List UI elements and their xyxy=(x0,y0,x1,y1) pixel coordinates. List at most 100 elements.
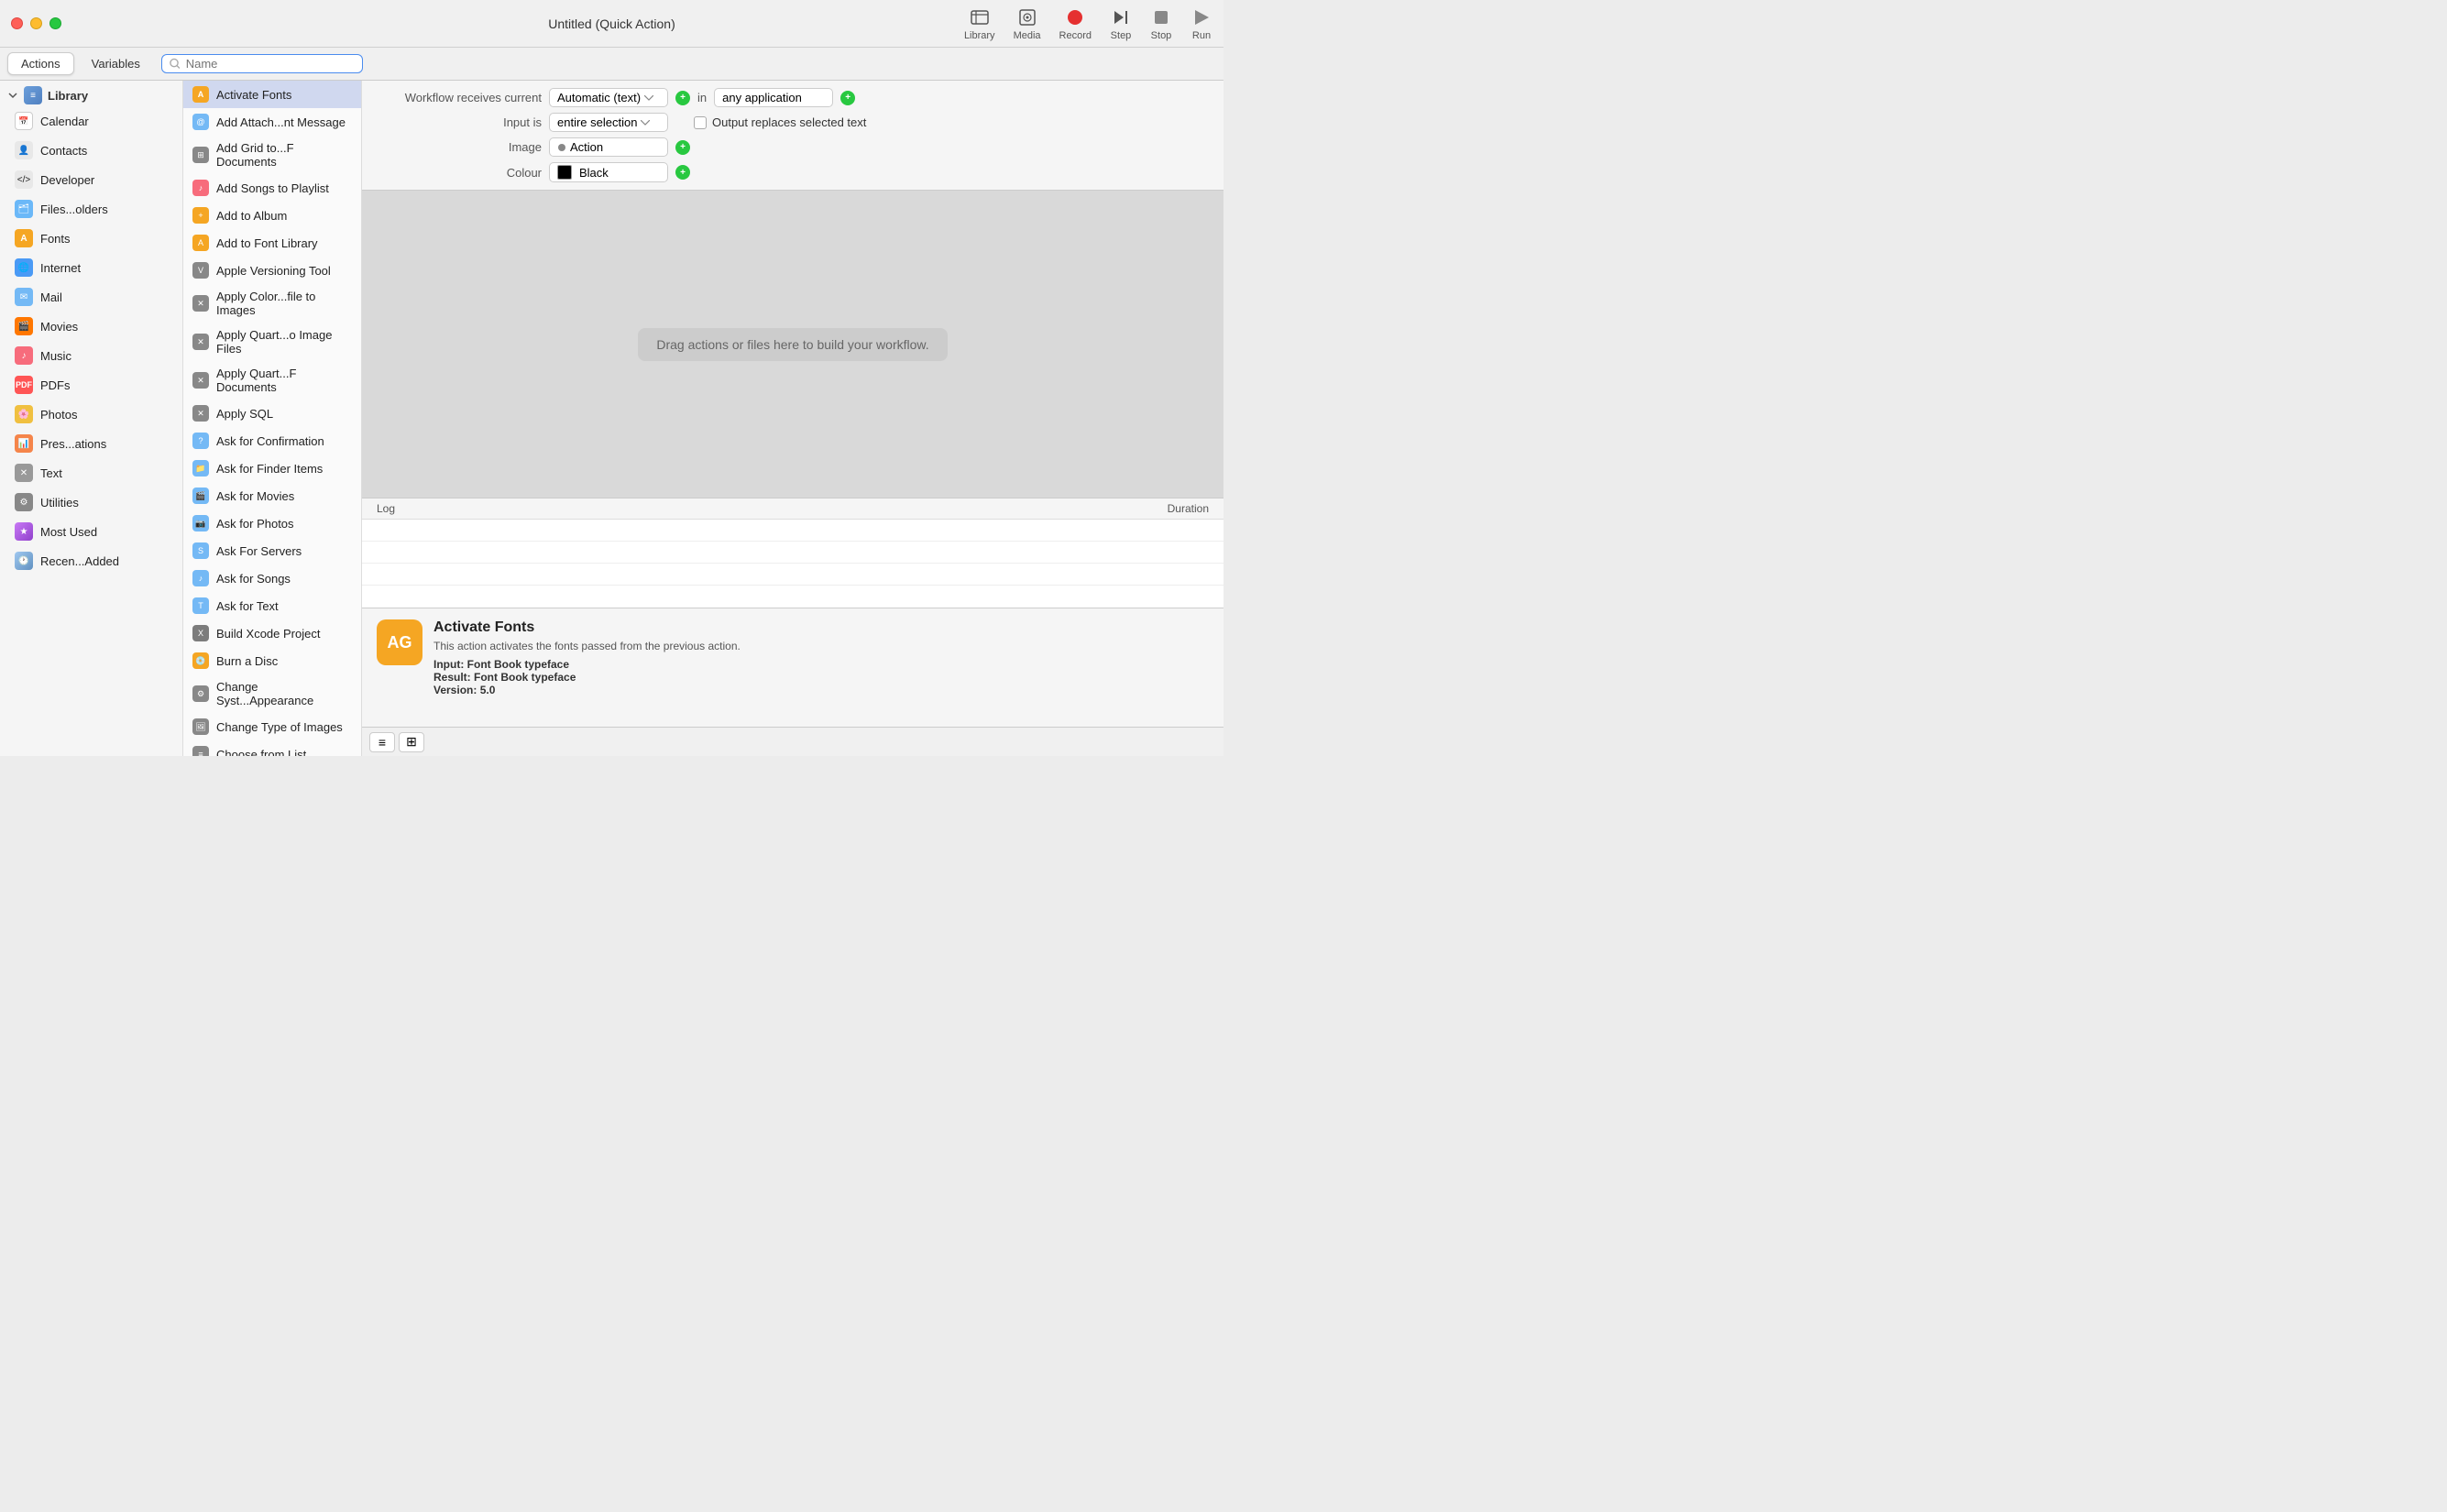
workflow-area: Workflow receives current Automatic (tex… xyxy=(362,81,1224,608)
sidebar-item-recent-added[interactable]: 🕐 Recen...Added xyxy=(4,547,179,575)
action-item-15[interactable]: S Ask For Servers xyxy=(183,537,361,564)
action-item-22[interactable]: ≡ Choose from List xyxy=(183,740,361,756)
action-icon-19: 💿 xyxy=(192,652,209,669)
step-button[interactable]: Step xyxy=(1110,6,1132,41)
action-icon-10: ✕ xyxy=(192,405,209,422)
action-item-12[interactable]: 📁 Ask for Finder Items xyxy=(183,455,361,482)
list-view-button[interactable]: ≡ xyxy=(369,732,395,752)
mail-icon: ✉ xyxy=(15,288,33,306)
action-item-2[interactable]: ⊞ Add Grid to...F Documents xyxy=(183,136,361,174)
sidebar-item-contacts[interactable]: 👤 Contacts xyxy=(4,137,179,164)
receives-select[interactable]: Automatic (text) xyxy=(549,88,668,107)
action-icon-22: ≡ xyxy=(192,746,209,756)
sidebar-item-developer[interactable]: </> Developer xyxy=(4,166,179,193)
sidebar-item-presentations[interactable]: 📊 Pres...ations xyxy=(4,430,179,457)
media-button[interactable]: Media xyxy=(1014,6,1041,41)
grid-view-button[interactable]: ⊞ xyxy=(399,732,424,752)
workflow-input-row: Input is entire selection Output replace… xyxy=(377,113,1209,132)
log-col-label: Log xyxy=(362,499,410,519)
sidebar-item-photos[interactable]: 🌸 Photos xyxy=(4,400,179,428)
action-item-4[interactable]: + Add to Album xyxy=(183,202,361,229)
image-label: Image xyxy=(377,140,542,154)
action-item-10[interactable]: ✕ Apply SQL xyxy=(183,400,361,427)
sidebar-item-utilities[interactable]: ⚙ Utilities xyxy=(4,488,179,516)
fonts-icon: A xyxy=(15,229,33,247)
sidebar-item-mail[interactable]: ✉ Mail xyxy=(4,283,179,311)
input-label: Input: xyxy=(433,658,464,671)
minimize-button[interactable] xyxy=(30,17,42,29)
result-value: Font Book typeface xyxy=(474,671,576,684)
action-item-7[interactable]: ✕ Apply Color...file to Images xyxy=(183,284,361,323)
action-icon-17: T xyxy=(192,597,209,614)
library-button[interactable]: Library xyxy=(964,6,995,41)
calendar-icon: 📅 xyxy=(15,112,33,130)
action-item-20[interactable]: ⚙ Change Syst...Appearance xyxy=(183,674,361,713)
sidebar-item-movies[interactable]: 🎬 Movies xyxy=(4,312,179,340)
log-col-duration: Duration xyxy=(1153,499,1224,519)
pdfs-icon: PDF xyxy=(15,376,33,394)
window-title: Untitled (Quick Action) xyxy=(548,16,675,31)
tab-variables[interactable]: Variables xyxy=(78,52,154,75)
input-is-select[interactable]: entire selection xyxy=(549,113,668,132)
sidebar-item-music[interactable]: ♪ Music xyxy=(4,342,179,369)
action-item-8[interactable]: ✕ Apply Quart...o Image Files xyxy=(183,323,361,361)
output-replaces-checkbox[interactable] xyxy=(694,116,707,129)
traffic-lights xyxy=(11,17,61,29)
close-button[interactable] xyxy=(11,17,23,29)
action-item-5[interactable]: A Add to Font Library xyxy=(183,229,361,257)
search-input[interactable] xyxy=(186,57,355,71)
search-box[interactable] xyxy=(161,54,363,73)
record-button[interactable]: Record xyxy=(1059,6,1092,41)
action-item-1[interactable]: @ Add Attach...nt Message xyxy=(183,108,361,136)
colour-select[interactable]: Black xyxy=(549,162,668,182)
tab-actions[interactable]: Actions xyxy=(7,52,74,75)
workflow-drop-area: Drag actions or files here to build your… xyxy=(362,191,1224,498)
action-icon-2: ⊞ xyxy=(192,147,209,163)
main-layout: ≡ Library 📅 Calendar 👤 Contacts </> Deve… xyxy=(0,81,1224,756)
image-select[interactable]: Action xyxy=(549,137,668,157)
library-icon: ≡ xyxy=(24,86,42,104)
action-item-14[interactable]: 📷 Ask for Photos xyxy=(183,509,361,537)
in-green-dot: + xyxy=(840,91,855,105)
sidebar-group-library[interactable]: ≡ Library xyxy=(0,81,182,106)
action-item-11[interactable]: ? Ask for Confirmation xyxy=(183,427,361,455)
music-icon: ♪ xyxy=(15,346,33,365)
action-item-9[interactable]: ✕ Apply Quart...F Documents xyxy=(183,361,361,400)
action-info-content: Activate Fonts This action activates the… xyxy=(433,619,1209,716)
in-select[interactable]: any application xyxy=(714,88,833,107)
action-item-18[interactable]: X Build Xcode Project xyxy=(183,619,361,647)
action-item-21[interactable]: 🖼 Change Type of Images xyxy=(183,713,361,740)
sidebar-item-internet[interactable]: 🌐 Internet xyxy=(4,254,179,281)
image-green-dot: + xyxy=(675,140,690,155)
log-row-1 xyxy=(362,520,1224,542)
input-value: Font Book typeface xyxy=(467,658,569,671)
run-button[interactable]: Run xyxy=(1191,6,1213,41)
sidebar-item-pdfs[interactable]: PDF PDFs xyxy=(4,371,179,399)
action-item-6[interactable]: V Apple Versioning Tool xyxy=(183,257,361,284)
step-icon xyxy=(1110,6,1132,28)
sidebar-item-calendar[interactable]: 📅 Calendar xyxy=(4,107,179,135)
sidebar-item-most-used[interactable]: ★ Most Used xyxy=(4,518,179,545)
run-icon xyxy=(1191,6,1213,28)
action-image-icon xyxy=(557,143,566,152)
workflow-header: Workflow receives current Automatic (tex… xyxy=(362,81,1224,191)
zoom-button[interactable] xyxy=(49,17,61,29)
colour-value: Black xyxy=(579,166,609,180)
search-icon xyxy=(170,58,181,70)
action-item-16[interactable]: ♪ Ask for Songs xyxy=(183,564,361,592)
action-item-0[interactable]: A Activate Fonts xyxy=(183,81,361,108)
sidebar-item-text[interactable]: ✕ Text xyxy=(4,459,179,487)
media-icon xyxy=(1016,6,1038,28)
action-info-meta: Input: Font Book typeface Result: Font B… xyxy=(433,658,1209,696)
sidebar-item-files[interactable]: 🗂 Files...olders xyxy=(4,195,179,223)
bottom-panel: AG Activate Fonts This action activates … xyxy=(362,608,1224,727)
action-item-17[interactable]: T Ask for Text xyxy=(183,592,361,619)
action-item-3[interactable]: ♪ Add Songs to Playlist xyxy=(183,174,361,202)
action-item-13[interactable]: 🎬 Ask for Movies xyxy=(183,482,361,509)
chevron-down-icon xyxy=(7,90,18,101)
action-item-19[interactable]: 💿 Burn a Disc xyxy=(183,647,361,674)
recent-added-icon: 🕐 xyxy=(15,552,33,570)
action-icon-16: ♪ xyxy=(192,570,209,586)
sidebar-item-fonts[interactable]: A Fonts xyxy=(4,225,179,252)
stop-button[interactable]: Stop xyxy=(1150,6,1172,41)
